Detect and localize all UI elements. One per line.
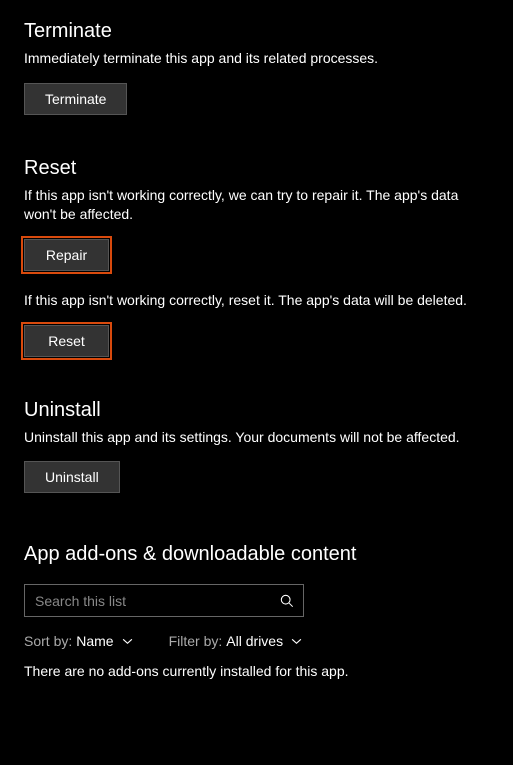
reset-title: Reset [24,157,489,180]
repair-desc: If this app isn't working correctly, we … [24,186,489,224]
reset-section: Reset If this app isn't working correctl… [24,157,489,357]
filters-row: Sort by: Name Filter by: All drives [24,633,489,649]
search-icon[interactable] [271,585,303,616]
terminate-title: Terminate [24,20,489,43]
addons-section: App add-ons & downloadable content Sort … [24,543,489,679]
terminate-section: Terminate Immediately terminate this app… [24,20,489,115]
chevron-down-icon [122,638,133,645]
sort-value: Name [76,633,113,649]
addons-title: App add-ons & downloadable content [24,543,489,566]
uninstall-section: Uninstall Uninstall this app and its set… [24,399,489,494]
chevron-down-icon [291,638,302,645]
search-box [24,584,304,617]
repair-button[interactable]: Repair [24,239,109,271]
reset-button[interactable]: Reset [24,325,109,357]
reset-desc: If this app isn't working correctly, res… [24,291,489,310]
uninstall-title: Uninstall [24,399,489,422]
addons-empty-message: There are no add-ons currently installed… [24,663,489,679]
sort-by-dropdown[interactable]: Sort by: Name [24,633,133,649]
terminate-button[interactable]: Terminate [24,83,127,115]
uninstall-desc: Uninstall this app and its settings. You… [24,428,489,447]
terminate-desc: Immediately terminate this app and its r… [24,49,489,68]
uninstall-button[interactable]: Uninstall [24,461,120,493]
search-input[interactable] [25,587,271,615]
filter-value: All drives [226,633,283,649]
sort-label: Sort by: [24,633,72,649]
filter-label: Filter by: [169,633,223,649]
filter-by-dropdown[interactable]: Filter by: All drives [169,633,302,649]
